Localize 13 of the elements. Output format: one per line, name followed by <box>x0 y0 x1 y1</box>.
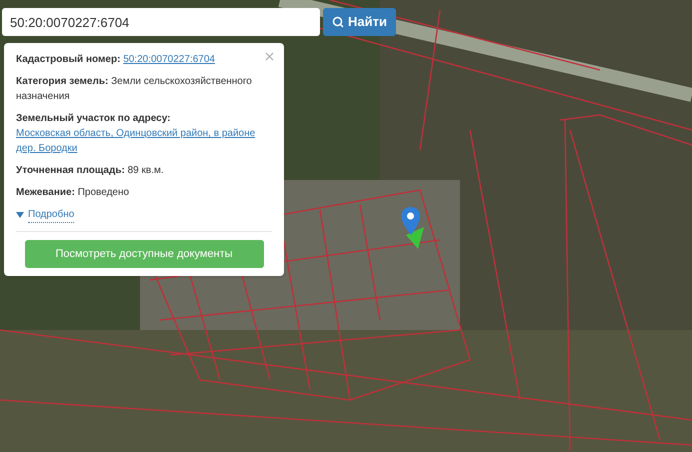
details-toggle[interactable]: Подробно <box>16 207 74 223</box>
search-field[interactable]: 50:20:0070227:6704 <box>2 8 320 36</box>
info-row-text: Межевание: Проведено <box>16 186 130 200</box>
documents-button[interactable]: Посмотреть доступные документы <box>24 240 264 268</box>
info-row-text: Уточненная площадь: 89 кв.м. <box>16 164 165 178</box>
field-label: Кадастровый номер: <box>16 54 120 65</box>
field-link[interactable]: Московская область, Одинцовский район, в районе дер. Бородки <box>16 126 264 156</box>
field-link[interactable]: 50:20:0070227:6704 <box>123 52 215 67</box>
field-label: Земельный участок по адресу: <box>16 113 171 124</box>
search-button[interactable]: Найти <box>323 8 396 36</box>
triangle-icon <box>16 212 24 218</box>
info-row-text: Категория земель: Земли сельскохозяйственного назначения <box>16 75 253 104</box>
search-icon <box>332 16 344 28</box>
